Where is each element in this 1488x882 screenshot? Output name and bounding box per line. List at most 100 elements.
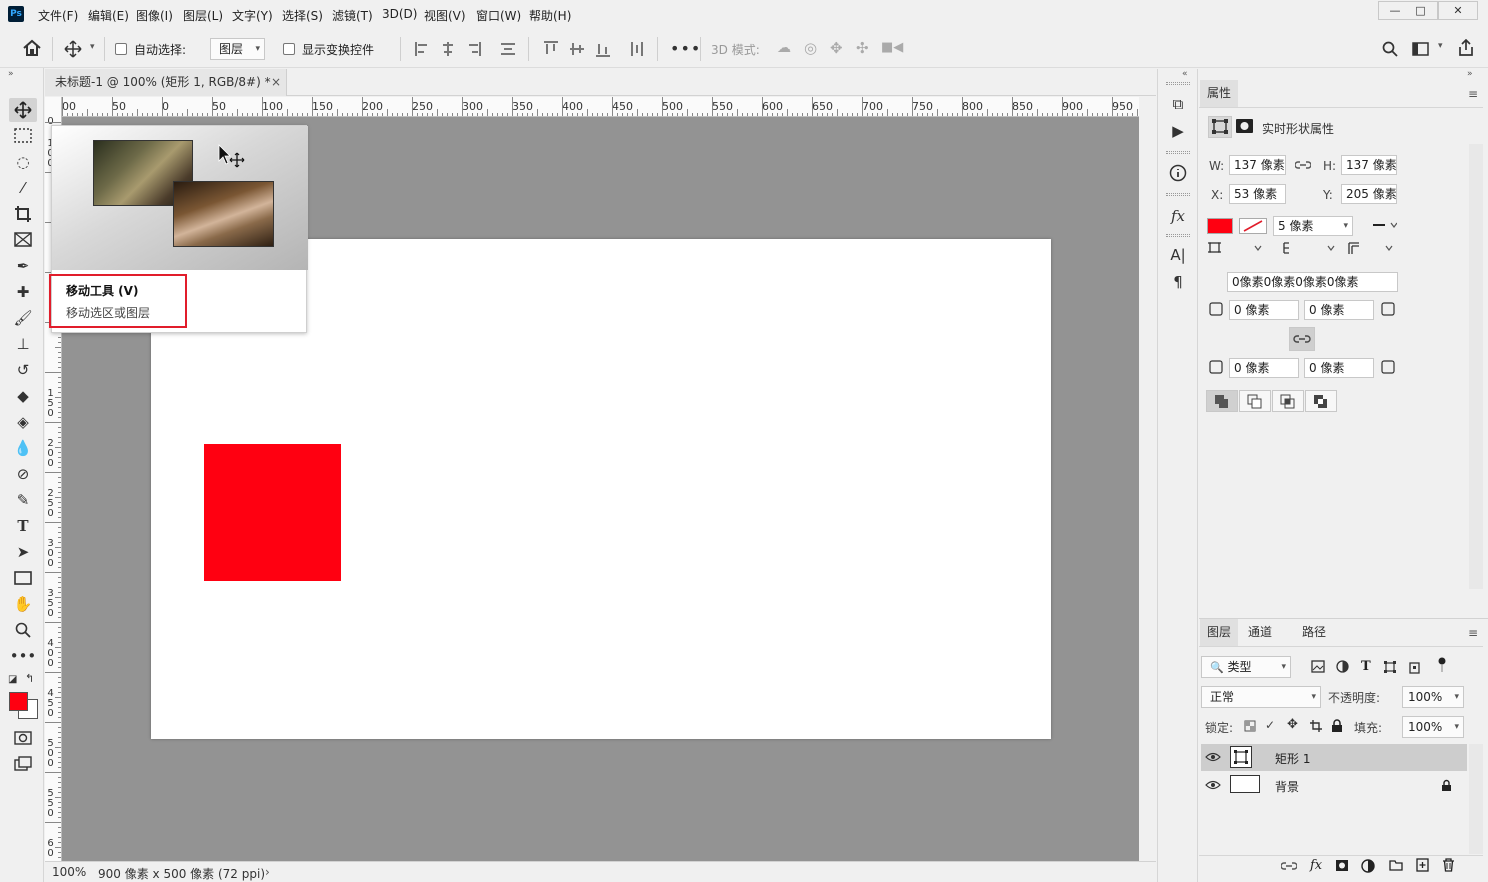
horizontal-ruler[interactable]: 00 50 0 50 100 150 200 250 300 350 400 450 500 550 600… bbox=[62, 97, 1139, 117]
close-tab-icon[interactable]: × bbox=[271, 69, 281, 96]
hand-tool-button[interactable]: ✋ bbox=[9, 592, 37, 616]
3d-slide-icon[interactable]: ✣ bbox=[856, 39, 869, 57]
new-layer-icon[interactable] bbox=[1416, 858, 1429, 872]
auto-select-checkbox[interactable] bbox=[115, 43, 127, 55]
more-options-icon[interactable]: ••• bbox=[670, 39, 701, 58]
layer-name[interactable]: 背景 bbox=[1275, 778, 1299, 795]
menu-edit[interactable]: 编辑(E) bbox=[88, 7, 129, 24]
default-colors-icon[interactable]: ◪ bbox=[8, 674, 17, 685]
healing-brush-tool-button[interactable]: ✚ bbox=[9, 280, 37, 304]
menu-select[interactable]: 选择(S) bbox=[282, 7, 323, 24]
mask-properties-button[interactable] bbox=[1234, 116, 1258, 138]
screen-mode-button[interactable] bbox=[9, 752, 37, 776]
combine-shapes-button[interactable] bbox=[1206, 390, 1238, 412]
workspace-chevron-icon[interactable]: ▾ bbox=[1438, 41, 1443, 51]
magic-wand-tool-button[interactable]: ⁄ bbox=[9, 176, 37, 200]
corner-bottom-left-field[interactable]: 0 像素 bbox=[1229, 358, 1299, 378]
3d-orbit-icon[interactable]: ☁ bbox=[777, 40, 791, 56]
tab-properties[interactable]: 属性 bbox=[1200, 80, 1239, 107]
status-info-chevron-icon[interactable]: › bbox=[265, 865, 270, 879]
new-group-folder-icon[interactable] bbox=[1389, 859, 1403, 871]
lock-artboard-icon[interactable] bbox=[1309, 719, 1323, 733]
history-brush-tool-button[interactable]: ↺ bbox=[9, 358, 37, 382]
tool-preset-chevron-icon[interactable]: ▾ bbox=[90, 42, 95, 52]
vertical-scrollbar[interactable] bbox=[1139, 97, 1156, 861]
layer-name[interactable]: 矩形 1 bbox=[1275, 750, 1310, 767]
visibility-eye-icon[interactable] bbox=[1205, 780, 1221, 790]
add-mask-icon[interactable] bbox=[1335, 859, 1349, 872]
3d-scale-icon[interactable]: ■◀ bbox=[881, 40, 903, 55]
layers-scrollbar[interactable] bbox=[1469, 744, 1483, 854]
lock-all-icon[interactable] bbox=[1331, 719, 1343, 733]
history-panel-button[interactable]: ⧉ bbox=[1167, 93, 1189, 115]
lock-position-icon[interactable]: ✥ bbox=[1287, 717, 1298, 732]
align-bottom-icon[interactable] bbox=[595, 41, 611, 57]
filter-smart-object-icon[interactable] bbox=[1408, 660, 1421, 674]
share-icon[interactable] bbox=[1458, 39, 1474, 57]
opacity-field[interactable]: 100% ▾ bbox=[1402, 686, 1464, 708]
y-position-field[interactable]: 205 像素 bbox=[1341, 184, 1397, 204]
collapse-strip-icon[interactable]: « bbox=[1182, 69, 1188, 79]
tab-paths[interactable]: 路径 bbox=[1295, 619, 1333, 646]
properties-scrollbar[interactable] bbox=[1469, 144, 1483, 589]
filter-adjustment-icon[interactable] bbox=[1336, 660, 1349, 673]
delete-layer-trash-icon[interactable] bbox=[1442, 858, 1455, 872]
menu-window[interactable]: 窗口(W) bbox=[476, 7, 521, 24]
link-layers-icon[interactable] bbox=[1281, 860, 1297, 872]
stroke-cap-dropdown[interactable] bbox=[1274, 240, 1340, 256]
subtract-shapes-button[interactable] bbox=[1239, 390, 1271, 412]
menu-file[interactable]: 文件(F) bbox=[38, 7, 78, 24]
dodge-tool-button[interactable]: ⊘ bbox=[9, 462, 37, 486]
menu-view[interactable]: 视图(V) bbox=[424, 7, 466, 24]
lock-transparent-icon[interactable] bbox=[1244, 720, 1256, 732]
pen-tool-button[interactable]: ✎ bbox=[9, 488, 37, 512]
align-vertical-center-icon[interactable] bbox=[569, 41, 585, 57]
stroke-type-dropdown[interactable] bbox=[1367, 216, 1397, 236]
corner-bottom-right-field[interactable]: 0 像素 bbox=[1304, 358, 1374, 378]
menu-layer[interactable]: 图层(L) bbox=[183, 7, 223, 24]
3d-roll-icon[interactable]: ◎ bbox=[804, 39, 817, 57]
close-window-button[interactable]: ✕ bbox=[1438, 1, 1478, 20]
brush-tool-button[interactable]: 🖌 bbox=[9, 306, 37, 330]
tab-channels[interactable]: 通道 bbox=[1241, 619, 1279, 646]
link-dimensions-icon[interactable] bbox=[1295, 159, 1311, 171]
actions-panel-button[interactable]: ▶ bbox=[1167, 120, 1189, 142]
menu-3d[interactable]: 3D(D) bbox=[382, 7, 417, 21]
layer-filter-dropdown[interactable]: 🔍 类型 ▾ bbox=[1201, 656, 1291, 678]
distribute-vertical-icon[interactable] bbox=[500, 41, 516, 57]
paint-bucket-tool-button[interactable]: ◈ bbox=[9, 410, 37, 434]
frame-tool-button[interactable] bbox=[9, 228, 37, 252]
quick-mask-button[interactable] bbox=[9, 726, 37, 750]
foreground-color-swatch[interactable] bbox=[9, 692, 28, 711]
filter-pixel-icon[interactable] bbox=[1311, 660, 1325, 673]
menu-type[interactable]: 文字(Y) bbox=[232, 7, 273, 24]
layers-menu-icon[interactable]: ≡ bbox=[1468, 626, 1478, 640]
character-panel-button[interactable]: A| bbox=[1167, 244, 1189, 266]
align-right-icon[interactable] bbox=[467, 41, 481, 57]
align-left-icon[interactable] bbox=[415, 41, 429, 57]
filter-type-icon[interactable]: T bbox=[1361, 659, 1371, 674]
auto-select-target-dropdown[interactable]: 图层 ▾ bbox=[210, 38, 265, 60]
show-transform-checkbox[interactable] bbox=[283, 43, 295, 55]
stroke-align-dropdown[interactable] bbox=[1205, 240, 1267, 256]
edit-toolbar-button[interactable]: ••• bbox=[9, 644, 37, 668]
height-field[interactable]: 137 像素 bbox=[1341, 155, 1397, 175]
link-corners-button[interactable] bbox=[1289, 327, 1315, 351]
stamp-tool-button[interactable]: ⊥ bbox=[9, 332, 37, 356]
corner-top-right-field[interactable]: 0 像素 bbox=[1304, 300, 1374, 320]
styles-panel-button[interactable]: fx bbox=[1167, 205, 1189, 227]
visibility-eye-icon[interactable] bbox=[1205, 752, 1221, 762]
intersect-shapes-button[interactable] bbox=[1272, 390, 1304, 412]
fill-field[interactable]: 100% ▾ bbox=[1402, 716, 1464, 738]
x-position-field[interactable]: 53 像素 bbox=[1229, 184, 1286, 204]
adjustment-layer-icon[interactable] bbox=[1361, 859, 1375, 873]
3d-pan-icon[interactable]: ✥ bbox=[830, 39, 843, 57]
distribute-horizontal-icon[interactable] bbox=[629, 41, 645, 57]
info-panel-button[interactable] bbox=[1167, 162, 1189, 184]
lasso-tool-button[interactable]: ◌ bbox=[9, 150, 37, 174]
menu-help[interactable]: 帮助(H) bbox=[529, 7, 571, 24]
maximize-button[interactable]: □ bbox=[1404, 1, 1438, 20]
paragraph-panel-button[interactable]: ¶ bbox=[1167, 271, 1189, 293]
blend-mode-dropdown[interactable]: 正常 ▾ bbox=[1201, 686, 1321, 708]
zoom-level[interactable]: 100% bbox=[52, 865, 86, 879]
